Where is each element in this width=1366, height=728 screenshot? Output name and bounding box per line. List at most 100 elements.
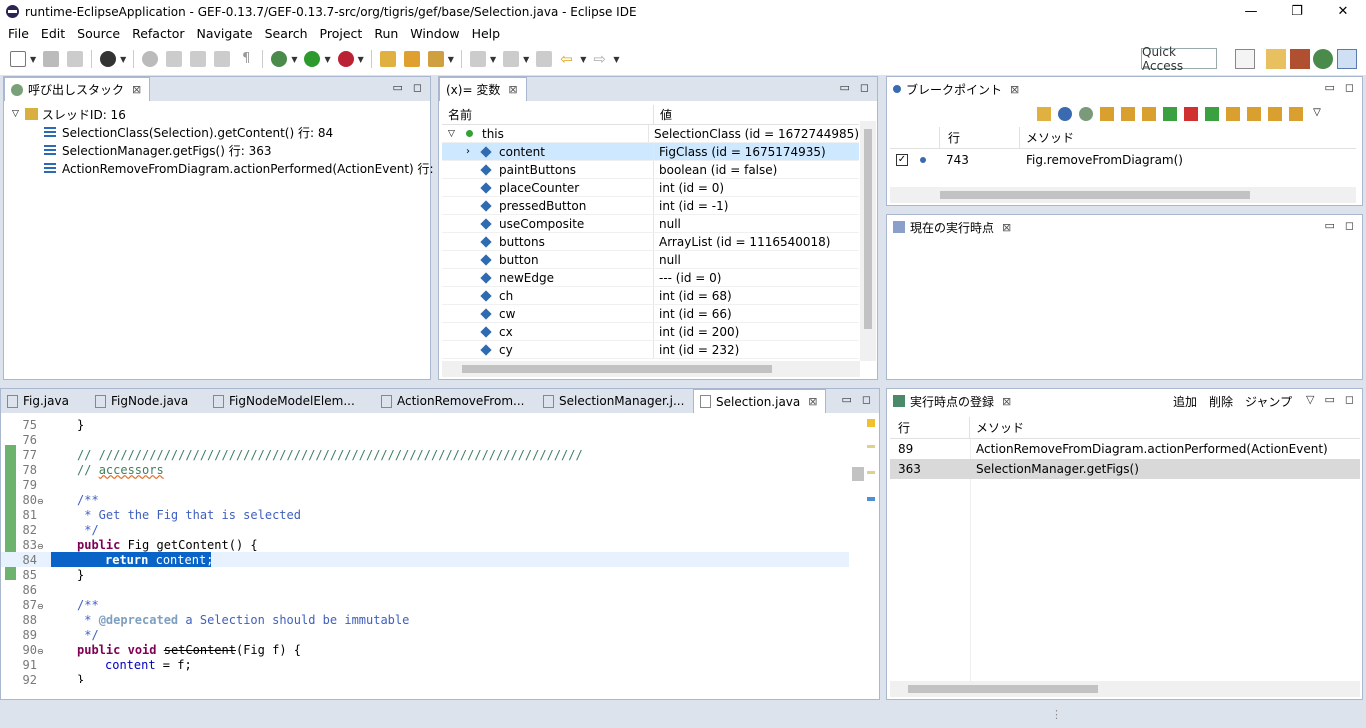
external-tools-icon[interactable] — [337, 51, 354, 67]
column-header-line[interactable]: 行 — [940, 127, 1020, 148]
java-browsing-perspective-icon[interactable] — [1290, 49, 1310, 69]
table-row[interactable]: button null — [442, 251, 859, 269]
tab-selectionmanager[interactable]: SelectionManager.j... — [537, 389, 693, 413]
table-row[interactable]: paintButtons boolean (id = false) — [442, 161, 859, 179]
table-row[interactable]: newEdge --- (id = 0) — [442, 269, 859, 287]
stack-frame[interactable]: SelectionManager.getFigs() 行: 363 — [44, 141, 272, 159]
horizontal-scrollbar[interactable] — [890, 187, 1356, 203]
step-return-icon[interactable] — [1268, 107, 1282, 121]
table-row[interactable]: useComposite null — [442, 215, 859, 233]
new-icon[interactable] — [10, 51, 26, 67]
stack-frame[interactable]: SelectionClass(Selection).getContent() 行… — [44, 123, 333, 141]
column-header-method[interactable]: メソッド — [970, 417, 1024, 438]
fold-icon[interactable]: ⊖ — [37, 542, 44, 551]
thread-row[interactable]: ▽ スレッドID: 16 — [12, 105, 126, 123]
minimize-icon[interactable]: ▭ — [1324, 219, 1334, 232]
step-over-icon[interactable] — [1247, 107, 1261, 121]
maximize-icon[interactable]: ◻ — [862, 393, 871, 406]
menu-search[interactable]: Search — [257, 26, 312, 41]
column-header-line[interactable]: 行 — [890, 417, 970, 438]
step-into-icon[interactable] — [1226, 107, 1240, 121]
menu-help[interactable]: Help — [464, 26, 505, 41]
horizontal-scrollbar[interactable] — [442, 361, 860, 377]
chevron-down-icon[interactable]: ▼ — [490, 55, 496, 64]
menu-refactor[interactable]: Refactor — [124, 26, 188, 41]
save-all-icon[interactable] — [67, 51, 84, 67]
menu-source[interactable]: Source — [69, 26, 124, 41]
resume-back-icon[interactable] — [1163, 107, 1177, 121]
table-row[interactable]: 363 SelectionManager.getFigs() — [890, 459, 1360, 479]
maximize-icon[interactable]: ◻ — [1345, 393, 1354, 406]
menu-run[interactable]: Run — [366, 26, 402, 41]
minimize-icon[interactable]: ▭ — [392, 81, 402, 94]
chevron-down-icon[interactable]: ▼ — [324, 55, 330, 64]
quick-access-field[interactable]: Quick Access — [1141, 45, 1217, 73]
tab-callstack[interactable]: 呼び出しスタック ⊠ — [4, 77, 151, 101]
menu-project[interactable]: Project — [312, 26, 367, 41]
save-icon[interactable] — [43, 51, 60, 67]
close-icon[interactable]: ⊠ — [132, 83, 141, 96]
add-button[interactable]: 追加 — [1173, 393, 1197, 410]
chevron-down-icon[interactable]: ▼ — [120, 55, 126, 64]
chevron-down-icon[interactable]: ▼ — [30, 55, 36, 64]
close-icon[interactable]: ⊠ — [1010, 83, 1019, 96]
chevron-down-icon[interactable]: ▼ — [523, 55, 529, 64]
next-annotation-icon[interactable] — [469, 51, 486, 67]
chevron-down-icon[interactable]: ▼ — [580, 55, 586, 64]
chevron-down-icon[interactable]: ▼ — [613, 55, 619, 64]
stack-frame[interactable]: ActionRemoveFromDiagram.actionPerformed(… — [44, 159, 453, 177]
open-type-icon[interactable] — [379, 51, 396, 67]
minimize-icon[interactable]: ▭ — [841, 393, 851, 406]
step-into-icon[interactable] — [1100, 107, 1114, 121]
close-icon[interactable]: ⊠ — [808, 395, 817, 408]
close-icon[interactable]: ⊠ — [508, 83, 517, 96]
menu-window[interactable]: Window — [402, 26, 463, 41]
account-icon[interactable] — [100, 51, 117, 67]
column-header-name[interactable]: 名前 — [442, 105, 654, 124]
minimize-icon[interactable]: ▭ — [839, 81, 849, 94]
tab-selection-java[interactable]: Selection.java ⊠ — [693, 389, 827, 413]
close-icon[interactable]: ⊠ — [1002, 395, 1011, 408]
tab-current-point[interactable]: 現在の実行時点 ⊠ — [887, 215, 1019, 239]
terminate-icon[interactable] — [1184, 107, 1198, 121]
debug-perspective-icon[interactable] — [1313, 49, 1333, 69]
column-header-value[interactable]: 値 — [654, 105, 672, 124]
prev-annotation-icon[interactable] — [503, 51, 520, 67]
tab-execution-history[interactable]: 実行時点の登録 ⊠ — [887, 389, 1019, 413]
skip-breakpoints-icon[interactable] — [142, 51, 159, 67]
minimize-button[interactable]: — — [1228, 0, 1274, 23]
table-row[interactable]: pressedButton int (id = -1) — [442, 197, 859, 215]
back-icon[interactable]: ⇦ — [560, 51, 576, 67]
toggle-mark-icon[interactable] — [190, 51, 207, 67]
debug-icon[interactable] — [1079, 107, 1093, 121]
jump-button[interactable]: ジャンプ — [1245, 393, 1292, 410]
build-icon[interactable] — [166, 51, 183, 67]
horizontal-scrollbar[interactable] — [890, 681, 1360, 697]
view-menu-icon[interactable]: ▽ — [1310, 107, 1324, 121]
java-perspective-icon[interactable] — [1266, 49, 1286, 69]
vertical-scrollbar[interactable] — [860, 121, 876, 361]
block-select-icon[interactable] — [214, 51, 231, 67]
maximize-icon[interactable]: ◻ — [413, 81, 422, 94]
restore-button[interactable]: ❐ — [1274, 0, 1320, 23]
table-row[interactable]: cw int (id = 66) — [442, 305, 859, 323]
checkbox[interactable]: ✓ — [896, 154, 908, 166]
chevron-down-icon[interactable]: ▽ — [448, 129, 455, 139]
tab-variables[interactable]: (x)= 変数 ⊠ — [439, 77, 527, 101]
table-row[interactable]: ✓ 743 Fig.removeFromDiagram() — [890, 150, 1356, 170]
chevron-down-icon[interactable]: ▽ — [12, 109, 19, 119]
table-row[interactable]: › content FigClass (id = 1675174935) — [442, 143, 859, 161]
debug-icon[interactable] — [271, 51, 288, 67]
last-edit-icon[interactable] — [536, 51, 553, 67]
view-menu-icon[interactable]: ▽ — [1306, 393, 1314, 406]
fold-icon[interactable]: ⊖ — [37, 602, 44, 611]
step-over-icon[interactable] — [1121, 107, 1135, 121]
maximize-icon[interactable]: ◻ — [860, 81, 869, 94]
minimize-icon[interactable]: ▭ — [1324, 81, 1334, 94]
tab-fignodemodelelem[interactable]: FigNodeModelElem... — [207, 389, 375, 413]
menu-edit[interactable]: Edit — [33, 26, 69, 41]
menu-file[interactable]: File — [0, 26, 33, 41]
close-button[interactable]: ✕ — [1320, 0, 1366, 23]
open-icon[interactable] — [1037, 107, 1051, 121]
tab-fig-java[interactable]: Fig.java — [1, 389, 89, 413]
